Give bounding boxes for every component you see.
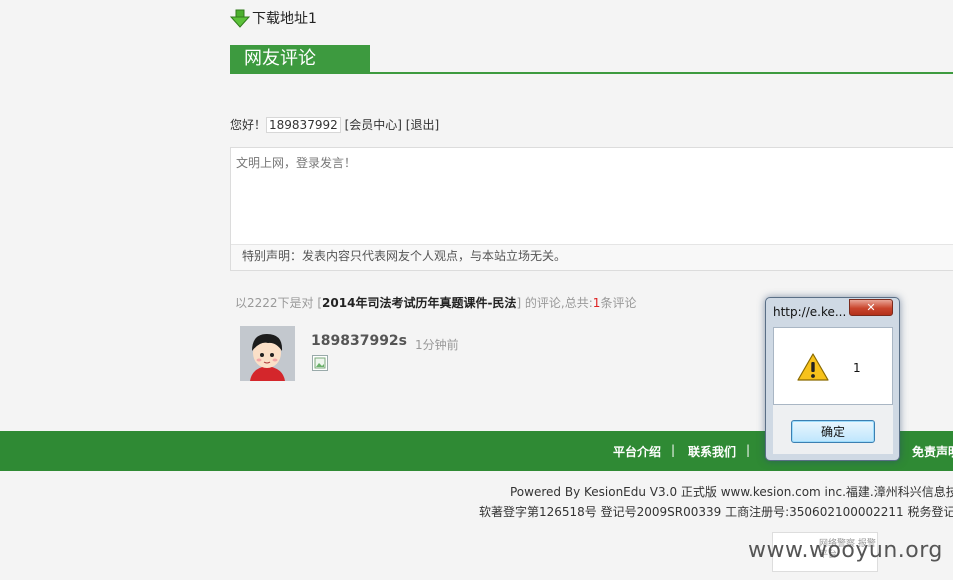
comment-time: 1分钟前 [415, 338, 459, 352]
logout-link[interactable]: [退出] [406, 118, 439, 132]
summary-suffix: 条评论 [600, 296, 637, 310]
summary-middle: ] 的评论,总共: [516, 296, 593, 310]
dialog-body: 1 [773, 327, 893, 405]
warning-icon [797, 353, 829, 381]
comment-form: 特别声明：发表内容只代表网友个人观点，与本站立场无关。 [230, 147, 953, 271]
comments-section-title: 网友评论 [230, 45, 370, 73]
footer-separator: | [746, 443, 751, 457]
powered-by-text: Powered By KesionEdu V3.0 正式版 www.kesion… [510, 485, 953, 499]
download-link[interactable]: 下载地址1 [230, 8, 317, 28]
dialog-message: 1 [853, 361, 861, 375]
dialog-close-button[interactable]: ✕ [849, 299, 893, 316]
comment-input[interactable] [231, 148, 953, 242]
greeting-username: 189837992 [266, 117, 341, 133]
download-link-label: 下载地址1 [252, 11, 317, 27]
comment-username[interactable]: 189837992s [311, 333, 407, 349]
greeting-hello: 您好！ [230, 118, 267, 132]
footer-link-disclaimer[interactable]: 免责声明 [912, 443, 953, 460]
summary-prefix: 以2222下是对 [ [235, 296, 323, 310]
ok-button[interactable]: 确定 [791, 420, 875, 443]
member-center-link[interactable]: [会员中心] [345, 118, 402, 132]
footer-separator: | [671, 443, 676, 457]
login-greeting: 您好！ 189837992 [会员中心] [退出] [230, 116, 439, 133]
registration-text: 软著登字第126518号 登记号2009SR00339 工商注册号:350602… [479, 505, 953, 519]
alert-dialog: http://e.ke... ✕ 1 确定 [765, 297, 900, 461]
dialog-title: http://e.ke... [773, 305, 847, 319]
course-link[interactable]: 2014年司法考试历年真题课件-民法 [322, 296, 516, 310]
dialog-footer: 确定 [773, 405, 893, 454]
comment-summary: 以2222下是对 [2014年司法考试历年真题课件-民法] 的评论,总共:1条评… [235, 294, 636, 311]
watermark: www.wooyun.org [748, 538, 943, 563]
footer-link-about[interactable]: 平台介绍 [613, 443, 661, 460]
avatar-icon [240, 326, 295, 381]
section-divider [230, 72, 953, 74]
comment-notice: 特别声明：发表内容只代表网友个人观点，与本站立场无关。 [231, 244, 953, 270]
footer-link-contact[interactable]: 联系我们 [688, 443, 736, 460]
broken-image-icon [312, 355, 328, 371]
download-arrow-icon [230, 9, 250, 28]
